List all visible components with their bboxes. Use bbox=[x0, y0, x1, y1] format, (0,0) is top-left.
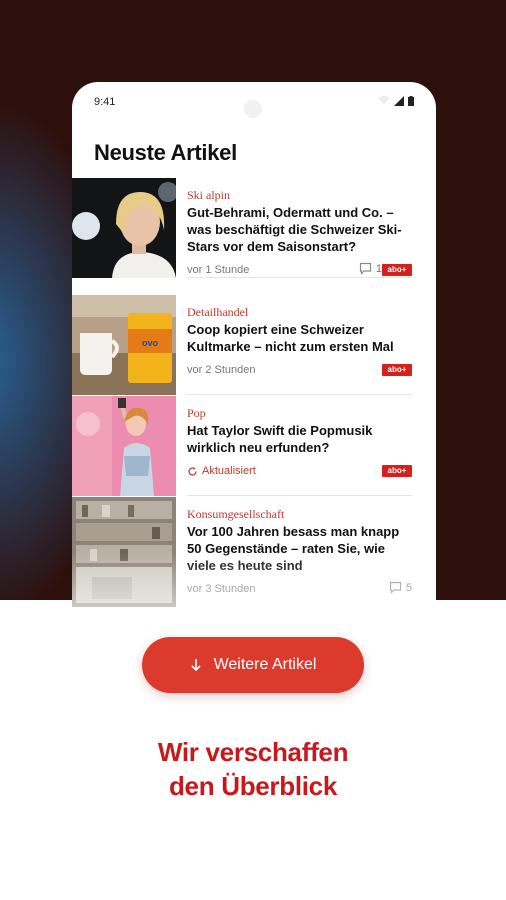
article-item[interactable]: Konsumgesellschaft Vor 100 Jahren besass… bbox=[72, 497, 412, 617]
article-headline: Coop kopiert eine Schweizer Kultmarke – … bbox=[187, 322, 394, 354]
status-icons bbox=[378, 96, 414, 106]
comments-count[interactable]: 1 bbox=[359, 262, 382, 275]
article-headline: Hat Taylor Swift die Popmusik wirklich n… bbox=[187, 423, 373, 455]
more-articles-button[interactable]: Weitere Artikel bbox=[142, 637, 364, 693]
article-thumbnail-shelves bbox=[72, 497, 176, 607]
article-thumbnail-ovomaltine: ovo bbox=[72, 295, 176, 395]
article-item[interactable]: Pop Hat Taylor Swift die Popmusik wirkli… bbox=[72, 396, 412, 496]
article-divider bbox=[187, 277, 412, 278]
article-time: vor 1 Stunde bbox=[187, 264, 250, 276]
article-item[interactable]: Ski alpin Gut-Behrami, Odermatt und Co. … bbox=[72, 178, 412, 278]
comments-count[interactable]: 5 bbox=[389, 581, 412, 594]
more-articles-label: Weitere Artikel bbox=[213, 656, 317, 673]
tagline-line-2: den Überblick bbox=[168, 771, 338, 801]
article-thumbnail-taylor-swift bbox=[72, 396, 176, 496]
comments-count-text: 5 bbox=[405, 581, 412, 594]
comment-icon bbox=[359, 262, 371, 275]
article-category: Konsumgesellschaft bbox=[187, 507, 285, 521]
article-category: Ski alpin bbox=[187, 188, 231, 202]
article-thumbnail-ski bbox=[72, 178, 176, 278]
page-title: Neuste Artikel bbox=[94, 140, 237, 165]
tagline-line-1: Wir verschaffen bbox=[157, 737, 349, 767]
status-time: 9:41 bbox=[94, 96, 116, 108]
refresh-icon bbox=[188, 466, 197, 475]
article-category: Pop bbox=[187, 406, 206, 420]
signal-icon bbox=[394, 96, 404, 106]
battery-icon bbox=[408, 96, 414, 106]
article-time: vor 3 Stunden bbox=[187, 583, 256, 595]
article-category: Detailhandel bbox=[187, 305, 249, 319]
arrow-down-icon bbox=[190, 659, 201, 672]
article-time: vor 2 Stunden bbox=[187, 364, 256, 376]
article-headline: Gut-Behrami, Odermatt und Co. – was besc… bbox=[187, 205, 402, 254]
article-divider bbox=[187, 495, 412, 496]
article-content: Ski alpin Gut-Behrami, Odermatt und Co. … bbox=[187, 178, 412, 278]
status-bar: 9:41 bbox=[72, 82, 436, 126]
abo-badge: abo+ bbox=[382, 264, 412, 276]
tagline: Wir verschaffen den Überblick bbox=[0, 735, 506, 803]
svg-text:ovo: ovo bbox=[142, 338, 159, 348]
camera-cutout bbox=[244, 100, 262, 118]
article-updated: Aktualisiert bbox=[187, 465, 256, 477]
wifi-icon bbox=[378, 96, 390, 105]
abo-badge: abo+ bbox=[382, 465, 412, 477]
article-item[interactable]: ovo Detailhandel Coop kopiert eine Schwe… bbox=[72, 295, 412, 395]
article-headline: Vor 100 Jahren besass man knapp 50 Gegen… bbox=[187, 524, 400, 573]
article-divider bbox=[187, 394, 412, 395]
article-content: Konsumgesellschaft Vor 100 Jahren besass… bbox=[187, 497, 412, 597]
article-content: Detailhandel Coop kopiert eine Schweizer… bbox=[187, 295, 412, 395]
phone-frame: 9:41 Neuste Artikel Ski alpin Gut-Behram… bbox=[72, 82, 436, 722]
article-content: Pop Hat Taylor Swift die Popmusik wirkli… bbox=[187, 396, 412, 496]
abo-badge: abo+ bbox=[382, 364, 412, 376]
comment-icon bbox=[389, 581, 401, 594]
article-updated-label: Aktualisiert bbox=[202, 465, 256, 477]
